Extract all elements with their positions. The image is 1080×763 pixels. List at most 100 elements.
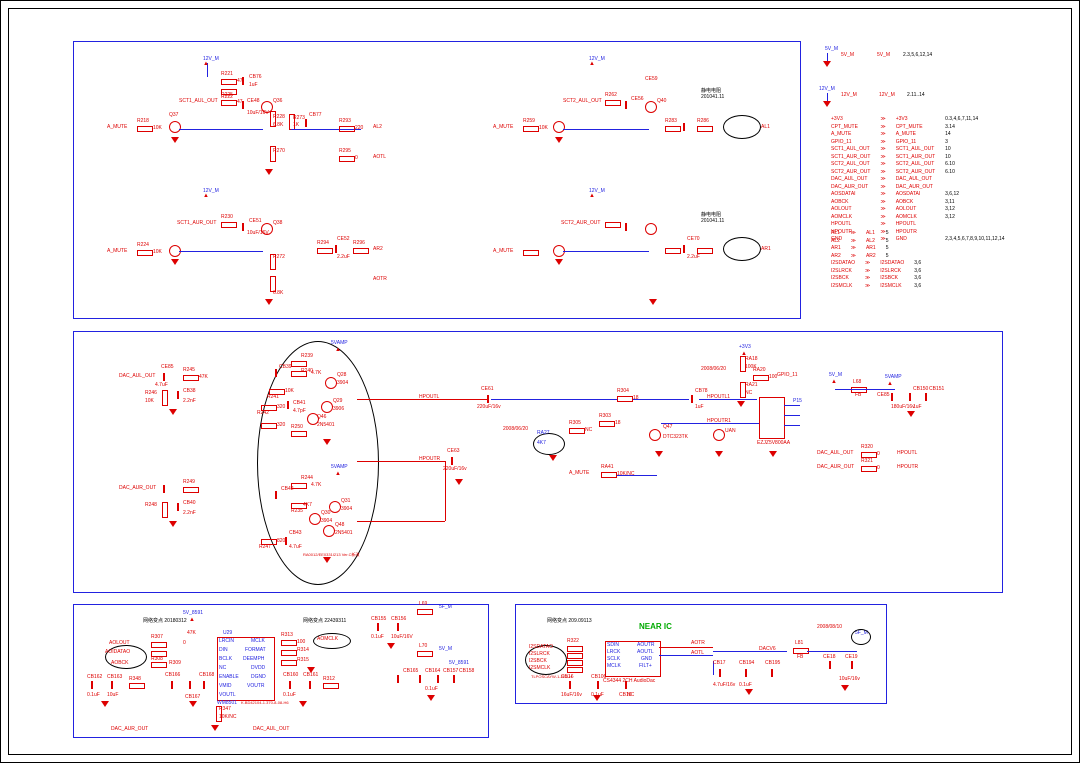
lbl-cb166: CB166	[165, 673, 180, 679]
cap-cb164	[419, 675, 421, 683]
lbl-r293: R293	[339, 119, 351, 125]
pwr-arrow: ▲	[203, 61, 209, 68]
qt-3904b: 3904	[321, 519, 332, 525]
val-10k-1: 10K	[153, 126, 162, 132]
val-6k8r: 6.8K	[273, 291, 283, 297]
bl-note2: 网络变点 22439311	[303, 619, 346, 625]
val-ce52: 2.2uF	[337, 255, 350, 261]
gnd-m3	[169, 521, 177, 527]
res-l70	[417, 651, 433, 657]
lbl-cb160: CB160	[283, 673, 298, 679]
bl-5f-m: 5F_M	[439, 605, 452, 611]
mid-5vamp-out: 5VAMP	[885, 375, 902, 381]
br-aoutr: AOUTR	[637, 643, 655, 649]
cap-cb162	[91, 681, 93, 689]
net-table: +3V3≫+3V30.3,4,6,7,11,14 CPT_MUTE≫CPT_MU…	[825, 115, 943, 245]
br-in2: I2SBCK	[529, 659, 547, 665]
pin-dgnd: DGND	[251, 675, 266, 681]
pin-mclk: MCLK	[251, 639, 265, 645]
res-r283	[665, 126, 681, 132]
lbl-r286: R286	[697, 119, 709, 125]
val-nc-br: NC	[627, 693, 634, 699]
bl-ell2	[313, 633, 351, 649]
gnd-m9	[769, 451, 777, 457]
cap-cb78	[691, 395, 693, 403]
gnd-t5	[555, 137, 563, 143]
cap-cb150	[909, 393, 911, 401]
lbl-cb78: CB78	[695, 389, 708, 395]
br-gnd: GND	[641, 657, 652, 663]
lbl-ce48: CE48	[247, 99, 260, 105]
lbl-r312: R312	[323, 677, 335, 683]
lbl-r242: R242	[257, 411, 269, 417]
bl-dac-aul: DAC_AUL_OUT	[253, 727, 289, 733]
lbl-cb158: CB158	[459, 669, 474, 675]
gnd-t4	[265, 299, 273, 305]
val-18b: 18	[615, 421, 621, 427]
res-r305	[569, 428, 585, 434]
val-10u-bl: 10uF	[107, 693, 118, 699]
lbl-r309: R309	[169, 661, 181, 667]
lbl-r228: R228	[273, 115, 285, 121]
val-01u-bl4: 0.1uF	[425, 687, 438, 693]
lbl-ce56: CE56	[631, 97, 644, 103]
gnd-m2	[323, 439, 331, 445]
res-r309	[151, 662, 167, 668]
lbl-q31: Q31	[341, 499, 350, 505]
lbl-r305: R305	[569, 421, 581, 427]
val-01u-bl: 0.1uF	[87, 693, 100, 699]
net-al2: AL2	[373, 125, 382, 131]
cap-cb161	[309, 681, 311, 689]
lbl-r249: R249	[183, 480, 195, 486]
cap-ce48	[242, 101, 244, 109]
q47	[649, 429, 661, 441]
lbl-cb16: CB16	[561, 675, 574, 681]
val-10k-2: 10K	[153, 250, 162, 256]
lbl-r221: R221	[221, 72, 233, 78]
block-top-amps	[73, 41, 801, 319]
lbl-cb168: CB168	[199, 673, 214, 679]
pwr-arrow2: ▲	[203, 193, 209, 200]
res-r295	[339, 156, 355, 162]
br-in1: I2SLRCK	[529, 652, 550, 658]
lbl-r347: R347	[219, 707, 231, 713]
toc-5vm-p: 2.3,5,6,12,14	[903, 53, 932, 59]
lbl-ce51: CE51	[249, 219, 262, 225]
res-l69	[417, 609, 433, 615]
gnd-m4	[323, 557, 331, 563]
res-r321	[861, 466, 877, 472]
uan	[713, 429, 725, 441]
val-47p: 4.7pF	[293, 409, 306, 415]
mid-5vm-ar: ▲	[831, 379, 837, 386]
val-01u-bl3: 0.1uF	[371, 635, 384, 641]
note-esd1b: 201041.11	[701, 95, 724, 101]
val-47k-b: 4.7K	[311, 371, 321, 377]
lbl-l68: L68	[853, 380, 861, 386]
br-in0: I2SDATAO	[529, 645, 553, 651]
q38	[261, 223, 273, 235]
mid-3v3: +3V3	[739, 345, 751, 351]
res-r348	[129, 683, 145, 689]
lbl-q37: Q37	[169, 113, 178, 119]
res-r314	[281, 650, 297, 656]
lbl-ra21: RA21	[745, 383, 758, 389]
cap-cb106	[597, 681, 599, 689]
res-r263	[605, 222, 621, 228]
res-r307	[151, 642, 167, 648]
mid-5vm: 5V_M	[829, 373, 842, 379]
lbl-cb164: CB164	[425, 669, 440, 675]
u29: U29	[223, 631, 232, 637]
cap-cb17	[719, 669, 721, 677]
cap-cb165	[397, 675, 399, 683]
br-filt: FILT+	[639, 664, 652, 670]
q48	[323, 525, 335, 537]
net-dac-aul: DAC_AUL_OUT	[119, 374, 155, 380]
pin-deemph: DEEMPH	[243, 657, 264, 663]
schematic-sheet: 12V_M ▲ R221 47 R222 CB76 1uF SCT1_AUL_O…	[0, 0, 1080, 763]
lbl-q40: Q40	[657, 99, 666, 105]
pin-lrcin: LRCIN	[219, 639, 234, 645]
val-320: 320	[277, 405, 285, 411]
toc-gnd0	[823, 61, 831, 67]
lbl-r239: R239	[301, 354, 313, 360]
res-r250	[291, 431, 307, 437]
